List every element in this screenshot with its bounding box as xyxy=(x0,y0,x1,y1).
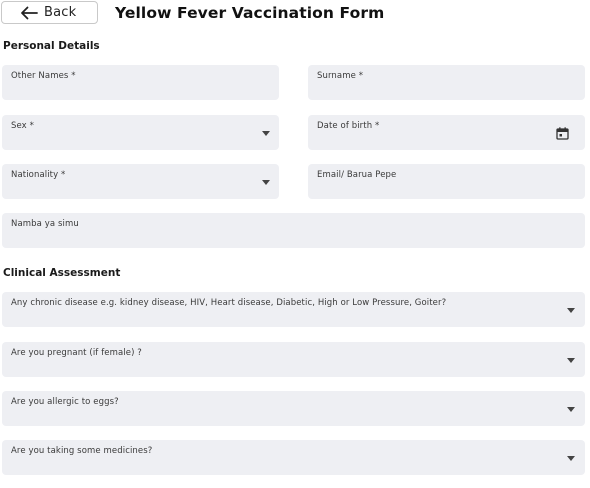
back-button[interactable]: Back xyxy=(1,1,98,24)
caret-down-icon xyxy=(567,308,575,313)
arrow-left-icon xyxy=(21,6,38,19)
caret-down-icon xyxy=(262,180,270,185)
medicines-label: Are you taking some medicines? xyxy=(11,446,153,456)
allergic-eggs-label: Are you allergic to eggs? xyxy=(11,397,119,407)
email-label: Email/ Barua Pepe xyxy=(317,170,397,180)
other-names-field[interactable]: Other Names * xyxy=(2,65,279,100)
sex-select[interactable]: Sex * xyxy=(2,115,279,150)
back-button-label: Back xyxy=(44,5,77,20)
caret-down-icon xyxy=(567,358,575,363)
sex-label: Sex * xyxy=(11,121,34,131)
pregnant-select[interactable]: Are you pregnant (if female) ? xyxy=(2,342,585,377)
date-of-birth-label: Date of birth * xyxy=(317,121,380,131)
surname-field[interactable]: Surname * xyxy=(308,65,585,100)
chronic-disease-label: Any chronic disease e.g. kidney disease,… xyxy=(11,298,447,308)
caret-down-icon xyxy=(262,131,270,136)
nationality-select[interactable]: Nationality * xyxy=(2,164,279,199)
phone-field[interactable]: Namba ya simu xyxy=(2,213,585,248)
allergic-eggs-select[interactable]: Are you allergic to eggs? xyxy=(2,391,585,426)
calendar-icon[interactable] xyxy=(556,127,569,140)
other-names-label: Other Names * xyxy=(11,71,76,81)
caret-down-icon xyxy=(567,456,575,461)
date-of-birth-field[interactable]: Date of birth * xyxy=(308,115,585,150)
medicines-select[interactable]: Are you taking some medicines? xyxy=(2,440,585,475)
section-title-personal-details: Personal Details xyxy=(3,40,100,52)
page-title: Yellow Fever Vaccination Form xyxy=(115,4,385,22)
phone-label: Namba ya simu xyxy=(11,219,79,229)
surname-label: Surname * xyxy=(317,71,364,81)
pregnant-label: Are you pregnant (if female) ? xyxy=(11,348,142,358)
section-title-clinical-assessment: Clinical Assessment xyxy=(3,267,121,279)
nationality-label: Nationality * xyxy=(11,170,66,180)
caret-down-icon xyxy=(567,407,575,412)
email-field[interactable]: Email/ Barua Pepe xyxy=(308,164,585,199)
chronic-disease-select[interactable]: Any chronic disease e.g. kidney disease,… xyxy=(2,292,585,327)
